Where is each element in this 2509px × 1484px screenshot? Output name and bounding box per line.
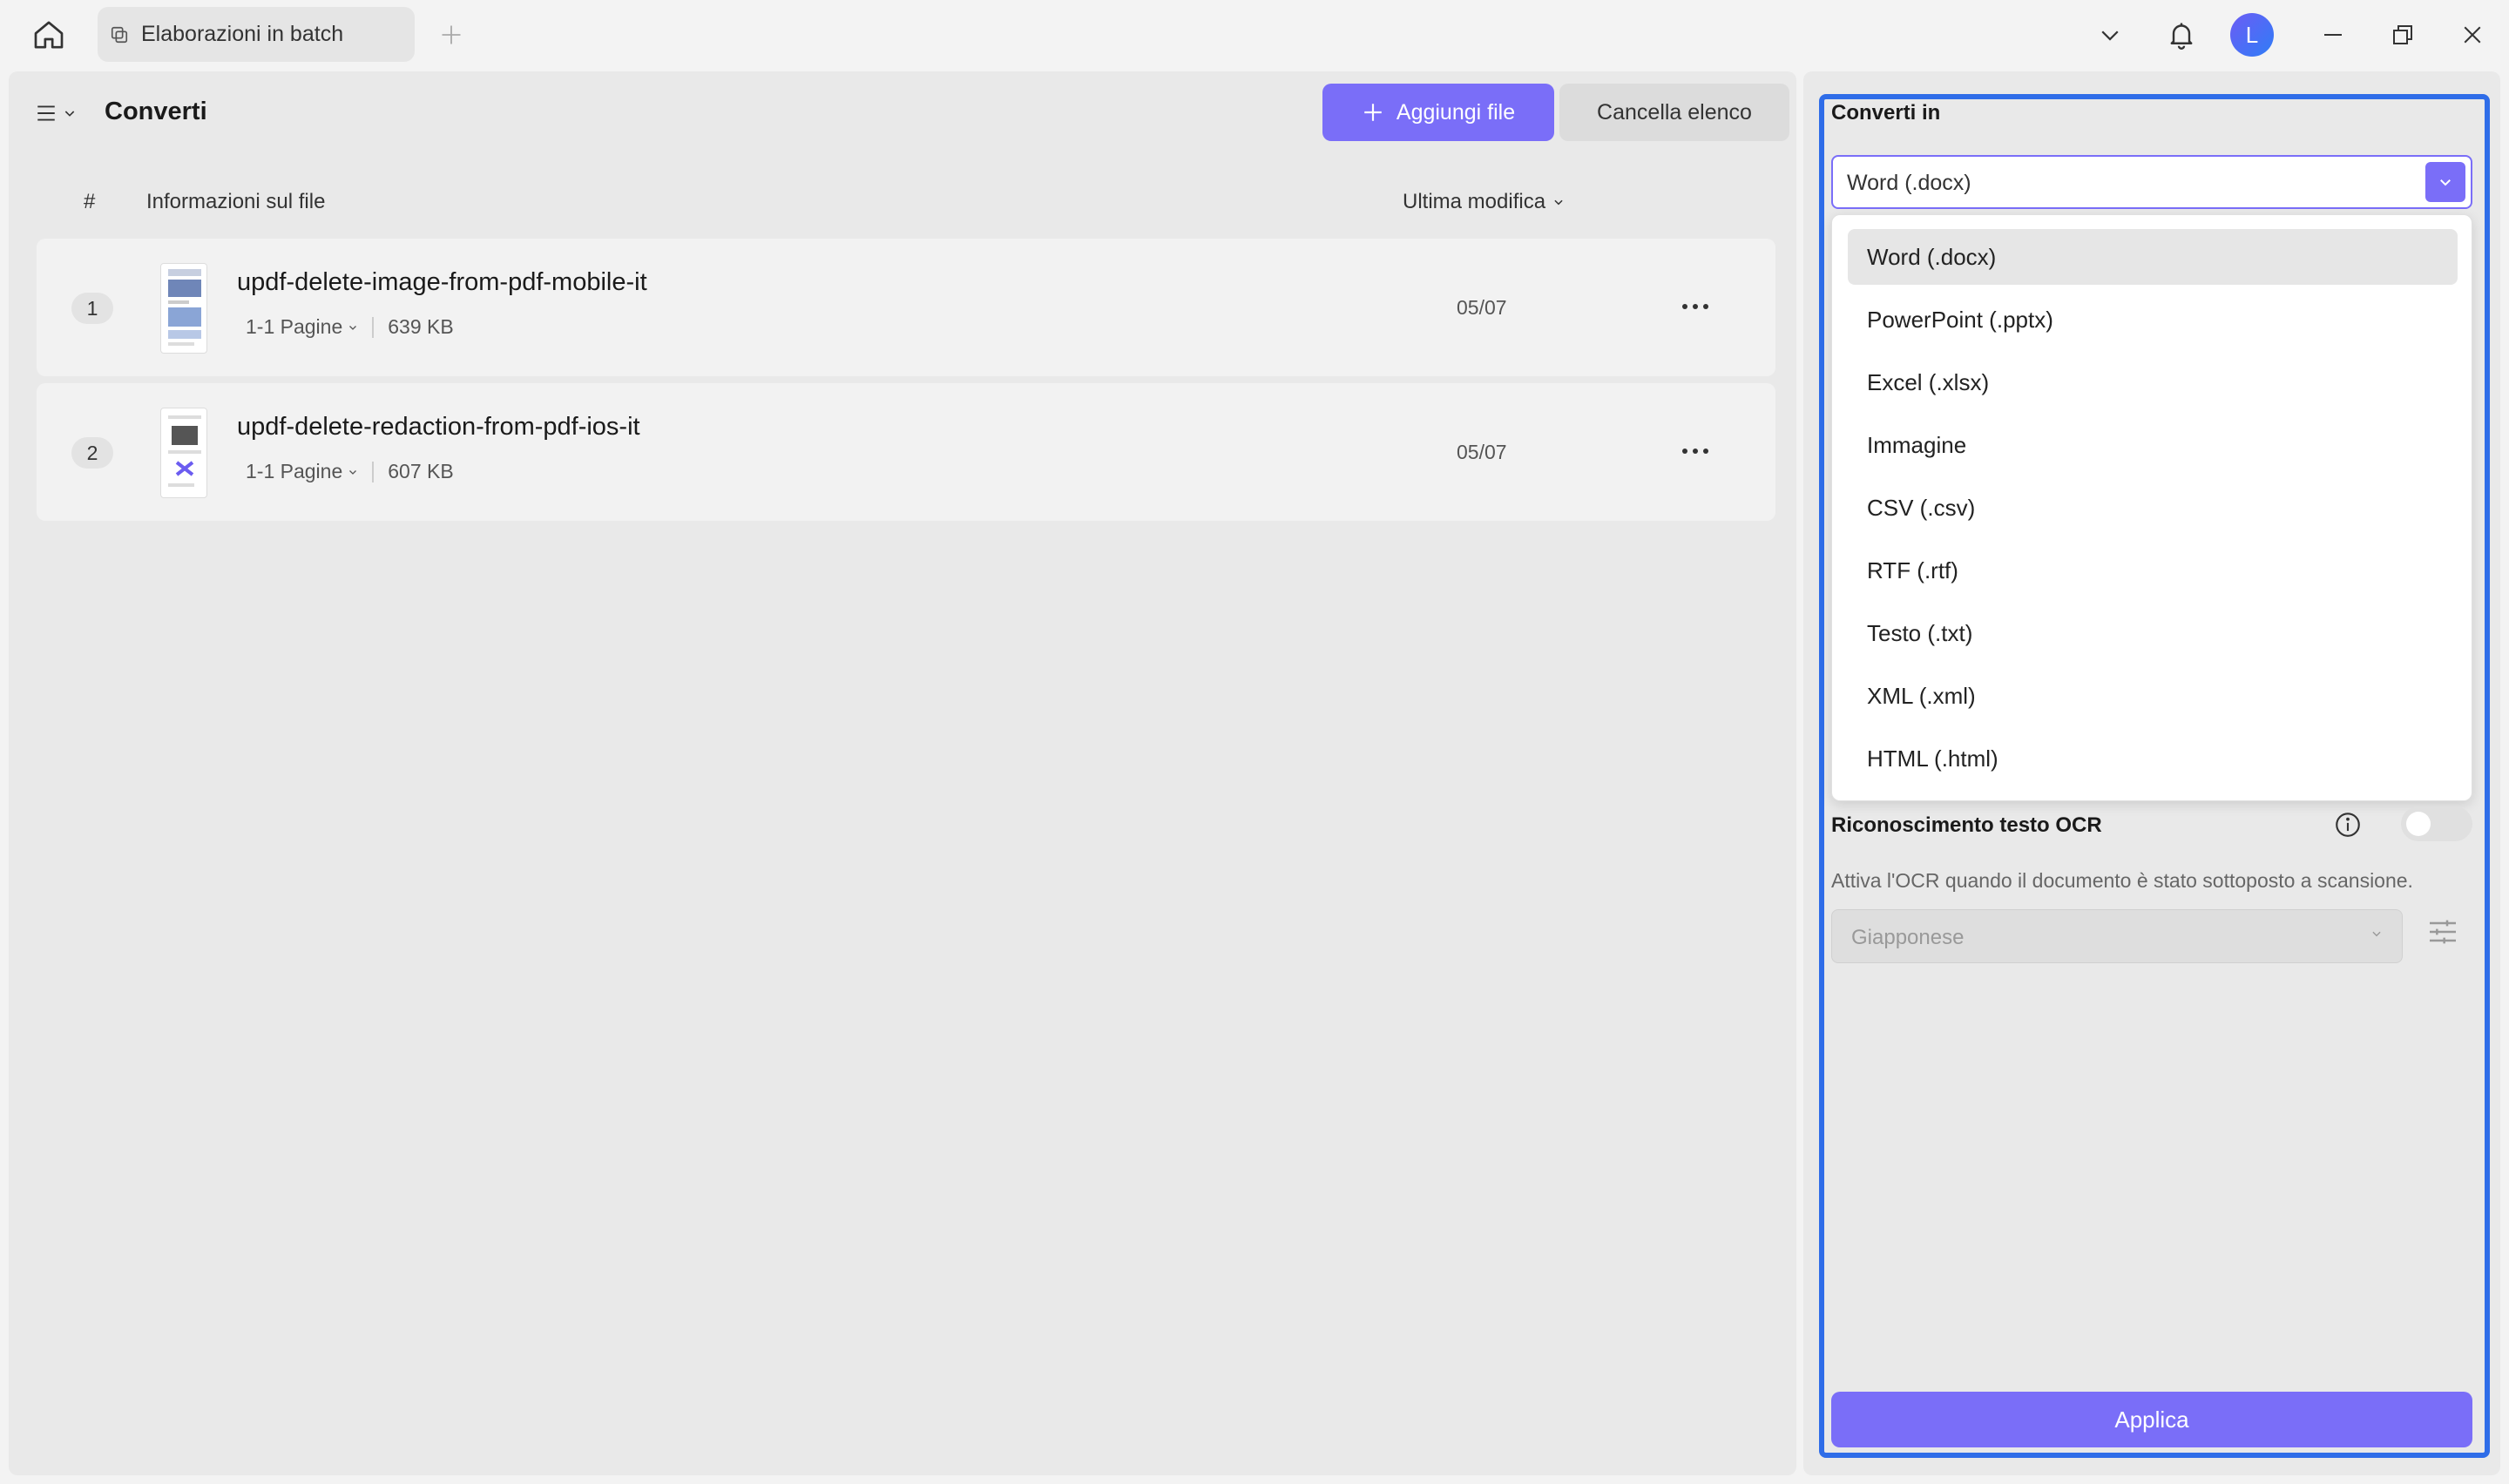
home-icon[interactable] [26, 16, 71, 54]
menu-item-powerpoint[interactable]: PowerPoint (.pptx) [1848, 292, 2458, 347]
chevron-down-icon[interactable] [2089, 14, 2131, 56]
file-list-panel: Converti Aggiungi file Cancella elenco #… [9, 71, 1796, 1475]
menu-item-csv[interactable]: CSV (.csv) [1848, 480, 2458, 536]
sliders-icon[interactable] [2425, 914, 2462, 953]
menu-item-excel[interactable]: Excel (.xlsx) [1848, 354, 2458, 410]
format-select-value: Word (.docx) [1847, 171, 1971, 195]
convert-to-label: Converti in [1831, 101, 1941, 125]
chevron-down-icon[interactable] [2425, 162, 2465, 202]
bell-icon[interactable] [2161, 14, 2202, 56]
chevron-down-icon [64, 111, 75, 117]
ocr-toggle[interactable] [2401, 806, 2472, 841]
page-range-select[interactable]: 1-1 Pagine [246, 315, 358, 339]
menu-item-html[interactable]: HTML (.html) [1848, 731, 2458, 786]
apply-button[interactable]: Applica [1831, 1392, 2472, 1447]
menu-item-text[interactable]: Testo (.txt) [1848, 605, 2458, 661]
table-row[interactable]: 2 updf-delete-redaction-from-pdf-ios-it … [37, 383, 1775, 521]
page-range-select[interactable]: 1-1 Pagine [246, 460, 358, 483]
avatar[interactable]: L [2230, 13, 2274, 57]
file-size: 639 KB [388, 315, 454, 338]
file-size: 607 KB [388, 460, 454, 482]
add-files-label: Aggiungi file [1396, 99, 1516, 125]
column-header-info: Informazioni sul file [146, 190, 326, 213]
add-files-button[interactable]: Aggiungi file [1322, 84, 1554, 141]
more-options-icon[interactable] [1674, 289, 1716, 324]
ocr-description: Attiva l'OCR quando il documento è stato… [1831, 869, 2413, 892]
clear-list-button[interactable]: Cancella elenco [1559, 84, 1789, 141]
toggle-knob [2406, 812, 2431, 836]
file-name: updf-delete-redaction-from-pdf-ios-it [237, 413, 640, 441]
new-tab-icon[interactable] [434, 17, 469, 52]
menu-item-rtf[interactable]: RTF (.rtf) [1848, 543, 2458, 598]
file-meta: 1-1 Pagine 639 KB [246, 315, 454, 339]
menu-item-image[interactable]: Immagine [1848, 417, 2458, 473]
file-date: 05/07 [1457, 441, 1507, 463]
ocr-language-select[interactable]: Giapponese [1831, 909, 2403, 963]
chevron-down-icon [349, 469, 357, 475]
ocr-label: Riconoscimento testo OCR [1831, 813, 2102, 837]
restore-icon[interactable] [2382, 14, 2424, 56]
column-header-number: # [84, 190, 96, 213]
page-range-label: 1-1 Pagine [246, 315, 343, 338]
plus-icon [1364, 104, 1382, 121]
file-thumbnail [160, 263, 207, 354]
menu-button[interactable] [35, 94, 89, 132]
tab-batch[interactable]: Elaborazioni in batch [98, 7, 415, 62]
file-date: 05/07 [1457, 296, 1507, 319]
file-name: updf-delete-image-from-pdf-mobile-it [237, 268, 647, 296]
page-range-label: 1-1 Pagine [246, 460, 343, 482]
menu-item-xml[interactable]: XML (.xml) [1848, 668, 2458, 724]
row-number: 1 [71, 293, 113, 324]
column-header-modified-label: Ultima modifica [1403, 190, 1546, 213]
format-select[interactable]: Word (.docx) [1831, 155, 2472, 209]
table-row[interactable]: 1 updf-delete-image-from-pdf-mobile-it 1… [37, 239, 1775, 376]
chevron-down-icon [349, 325, 357, 330]
minimize-icon[interactable] [2312, 14, 2354, 56]
batch-icon [110, 24, 132, 46]
tab-label: Elaborazioni in batch [141, 22, 344, 46]
column-header-modified[interactable]: Ultima modifica [1403, 190, 1565, 214]
menu-item-word[interactable]: Word (.docx) [1848, 229, 2458, 285]
divider [372, 461, 375, 482]
title-bar: Elaborazioni in batch L [0, 0, 2509, 70]
row-number: 2 [71, 437, 113, 469]
ocr-language-value: Giapponese [1851, 926, 1965, 949]
page-title: Converti [105, 98, 207, 125]
close-icon[interactable] [2452, 14, 2493, 56]
info-icon[interactable] [2333, 810, 2363, 840]
divider [372, 316, 375, 338]
file-meta: 1-1 Pagine 607 KB [246, 460, 454, 483]
file-thumbnail [160, 408, 207, 498]
chevron-down-icon [2370, 928, 2383, 944]
sort-chevron-icon [1554, 199, 1563, 206]
hamburger-icon [37, 105, 55, 121]
more-options-icon[interactable] [1674, 434, 1716, 469]
format-dropdown-menu: Word (.docx) PowerPoint (.pptx) Excel (.… [1831, 214, 2472, 801]
